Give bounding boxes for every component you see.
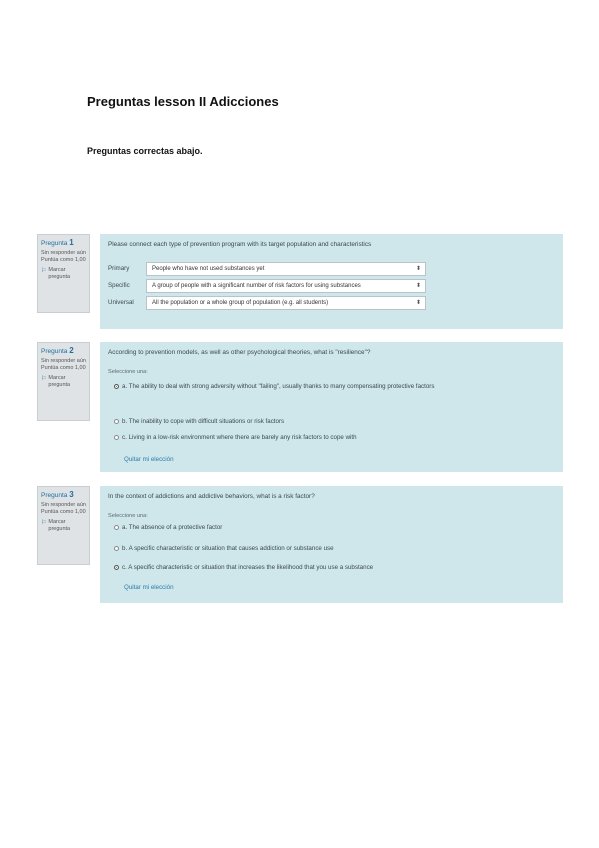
question-status: Sin responder aún	[41, 357, 86, 364]
question-text: According to prevention models, as well …	[108, 349, 371, 356]
select-arrow-icon: ⬍	[415, 300, 421, 306]
clear-choice-link[interactable]: Quitar mi elección	[124, 456, 174, 463]
option-text: The ability to deal with strong adversit…	[128, 383, 435, 390]
flag-label: Marcar pregunta	[48, 518, 71, 533]
match-select[interactable]: A group of people with a significant num…	[146, 279, 426, 293]
question-label: Pregunta	[41, 240, 68, 247]
flag-icon: ⚐	[41, 375, 47, 382]
option-text: A specific characteristic or situation t…	[128, 545, 334, 552]
question-info-2: Pregunta 2 Sin responder aún Puntúa como…	[37, 342, 90, 421]
option-text: The inability to cope with difficult sit…	[128, 418, 285, 425]
question-number: Pregunta 2	[41, 346, 86, 357]
option-prefix: c.	[122, 564, 127, 571]
flag-label: Marcar pregunta	[48, 374, 71, 389]
question-info-3: Pregunta 3 Sin responder aún Puntúa como…	[37, 486, 90, 565]
flag-icon: ⚐	[41, 519, 47, 526]
flag-question-button[interactable]: ⚐ Marcar pregunta	[41, 375, 86, 390]
match-label: Primary	[108, 265, 130, 272]
radio-icon[interactable]	[114, 524, 119, 530]
option-prefix: a.	[122, 524, 128, 531]
question-points: Puntúa como 1,00	[41, 257, 86, 264]
question-status: Sin responder aún	[41, 501, 86, 508]
page-title: Preguntas lesson II Adicciones	[87, 94, 279, 109]
answer-option-a[interactable]: a. The ability to deal with strong adver…	[114, 383, 434, 390]
option-prefix: c.	[122, 434, 127, 441]
select-arrow-icon: ⬍	[415, 266, 421, 272]
page-subtitle: Preguntas correctas abajo.	[87, 146, 203, 156]
flag-icon: ⚐	[41, 267, 47, 274]
option-text: A specific characteristic or situation t…	[128, 564, 374, 571]
question-label: Pregunta	[41, 348, 68, 355]
question-number: Pregunta 1	[41, 238, 86, 249]
answer-option-a[interactable]: a. The absence of a protective factor	[114, 524, 222, 531]
question-number-value: 3	[69, 490, 74, 499]
match-select-value: All the population or a whole group of p…	[152, 300, 329, 306]
match-label: Specific	[108, 282, 130, 289]
question-content-1: Please connect each type of prevention p…	[100, 234, 563, 329]
clear-choice-link[interactable]: Quitar mi elección	[124, 584, 174, 591]
option-prefix: b.	[122, 545, 128, 552]
match-select-value: A group of people with a significant num…	[152, 283, 361, 289]
option-text: The absence of a protective factor	[128, 524, 223, 531]
match-select-value: People who have not used substances yet	[152, 266, 265, 272]
match-select[interactable]: People who have not used substances yet …	[146, 262, 426, 276]
question-number-value: 2	[69, 346, 74, 355]
radio-icon[interactable]	[114, 418, 119, 424]
option-prefix: a.	[122, 383, 128, 390]
flag-question-button[interactable]: ⚐ Marcar pregunta	[41, 519, 86, 534]
answer-option-b[interactable]: b. The inability to cope with difficult …	[114, 418, 284, 425]
question-number: Pregunta 3	[41, 490, 86, 501]
select-one-label: Seleccione una:	[108, 513, 148, 519]
question-text: Please connect each type of prevention p…	[108, 241, 372, 248]
select-arrow-icon: ⬍	[415, 283, 421, 289]
radio-icon[interactable]	[114, 545, 119, 551]
match-row-universal: Universal All the population or a whole …	[108, 296, 428, 310]
question-info-1: Pregunta 1 Sin responder aún Puntúa como…	[37, 234, 90, 313]
radio-icon[interactable]	[114, 434, 119, 440]
answer-option-c[interactable]: c. Living in a low-risk environment wher…	[114, 434, 357, 441]
question-content-3: In the context of addictions and addicti…	[100, 486, 563, 603]
match-row-specific: Specific A group of people with a signif…	[108, 279, 428, 293]
question-content-2: According to prevention models, as well …	[100, 342, 563, 472]
answer-option-b[interactable]: b. A specific characteristic or situatio…	[114, 545, 334, 552]
question-label: Pregunta	[41, 492, 68, 499]
question-points: Puntúa como 1,00	[41, 365, 86, 372]
option-text: Living in a low-risk environment where t…	[128, 434, 357, 441]
match-label: Universal	[108, 299, 134, 306]
match-row-primary: Primary People who have not used substan…	[108, 262, 428, 276]
select-one-label: Seleccione una:	[108, 369, 148, 375]
radio-selected-icon[interactable]	[114, 383, 119, 389]
question-points: Puntúa como 1,00	[41, 509, 86, 516]
answer-option-c[interactable]: c. A specific characteristic or situatio…	[114, 564, 373, 571]
question-status: Sin responder aún	[41, 249, 86, 256]
flag-question-button[interactable]: ⚐ Marcar pregunta	[41, 267, 86, 282]
match-select[interactable]: All the population or a whole group of p…	[146, 296, 426, 310]
option-prefix: b.	[122, 418, 128, 425]
radio-selected-icon[interactable]	[114, 564, 119, 570]
question-number-value: 1	[69, 238, 74, 247]
flag-label: Marcar pregunta	[48, 266, 71, 281]
question-text: In the context of addictions and addicti…	[108, 493, 315, 500]
